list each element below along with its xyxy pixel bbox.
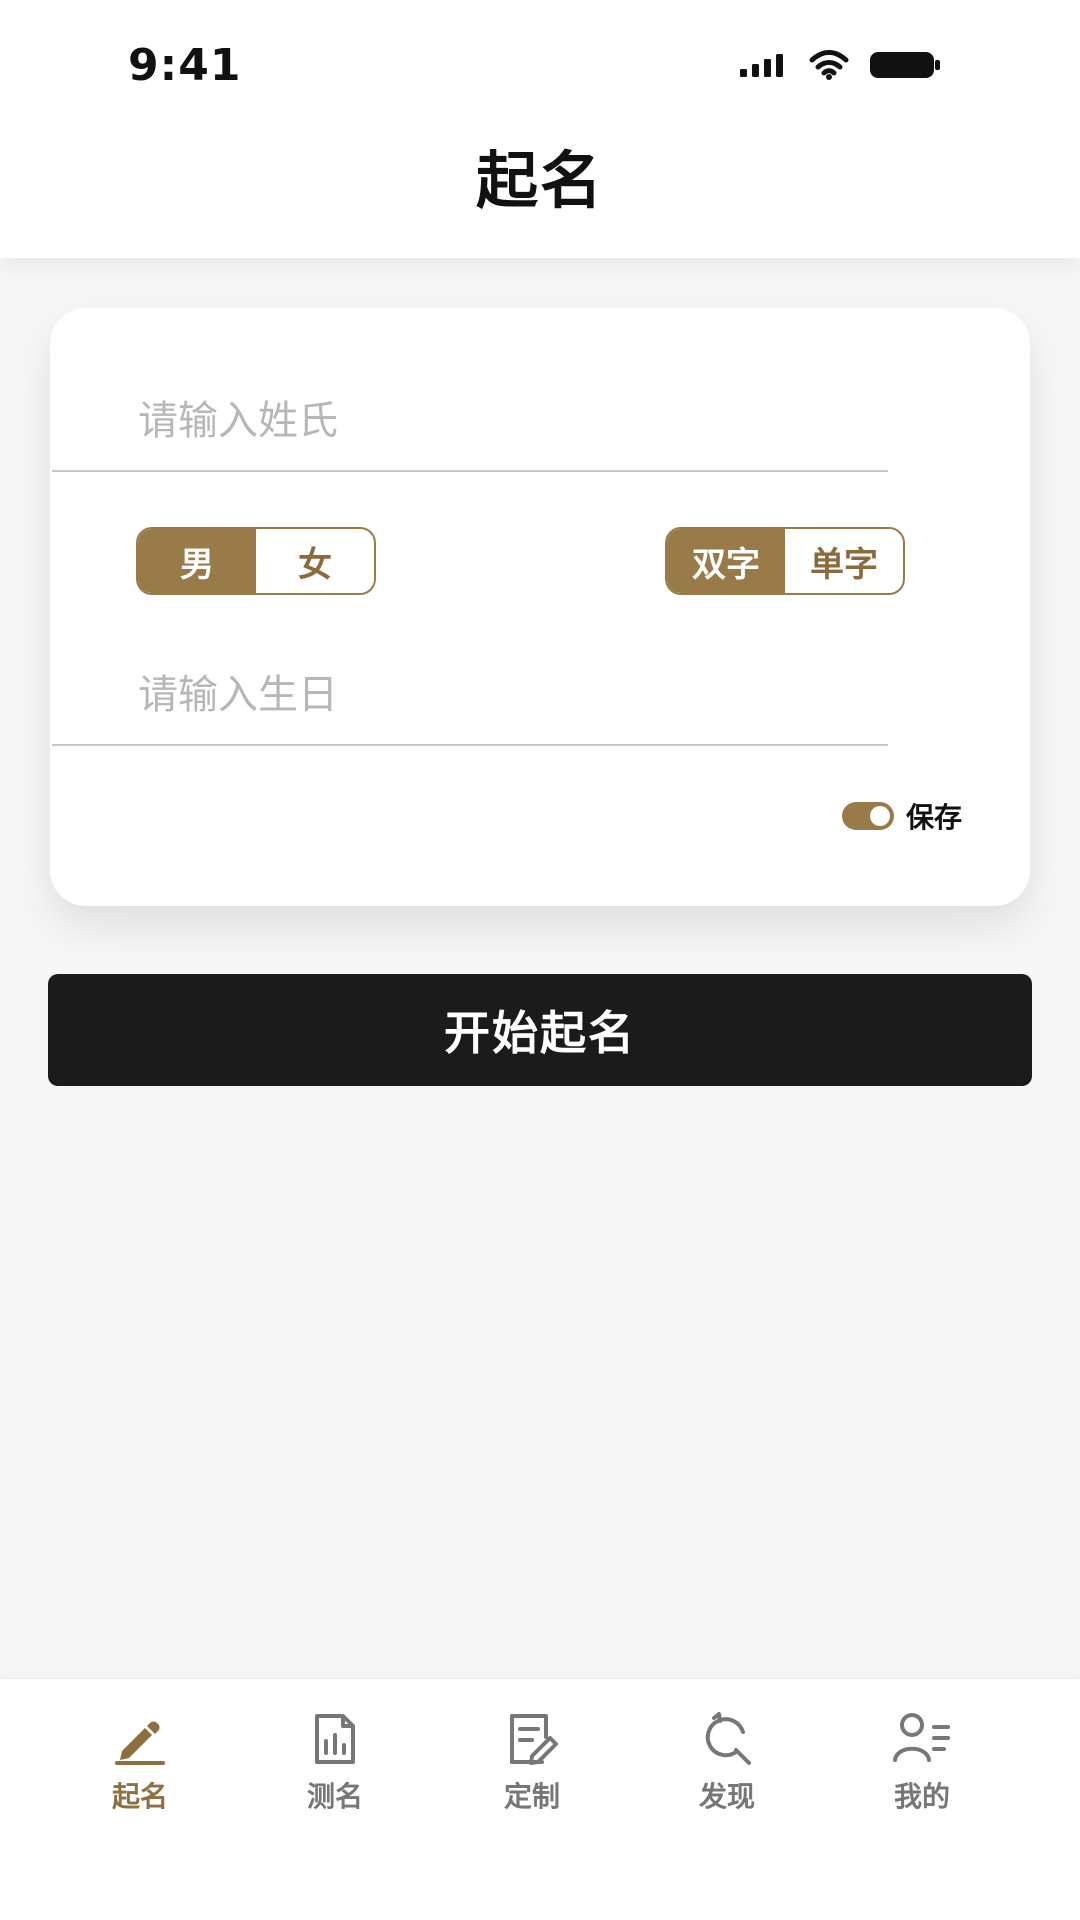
surname-input[interactable] [52,362,888,470]
tab-faxian[interactable]: 发现 [637,1709,817,1829]
bottom-tab-bar: 起名 测名 定制 发现 我的 [0,1678,1080,1920]
save-label: 保存 [906,801,963,834]
name-length-toggle: 双字 单字 [665,527,905,595]
save-switch[interactable] [842,802,894,830]
wifi-icon [808,49,850,85]
cellular-signal-icon [738,51,790,83]
tab-label-ceming: 测名 [306,1780,363,1813]
profile-icon [892,1709,952,1769]
gender-option-female[interactable]: 女 [256,529,374,593]
pen-icon [110,1709,170,1769]
name-length-option-double[interactable]: 双字 [667,529,785,593]
birthday-input[interactable] [52,636,888,744]
gender-option-male[interactable]: 男 [138,529,256,593]
tab-ceming[interactable]: 测名 [245,1709,425,1829]
chart-document-icon [305,1709,365,1769]
tab-label-wode: 我的 [893,1780,950,1813]
status-icons [738,48,942,86]
save-toggle-row: 保存 [842,796,962,836]
status-time: 9:41 [128,40,242,91]
name-length-option-single[interactable]: 单字 [785,529,903,593]
tab-label-dingzhi: 定制 [503,1780,560,1813]
tab-label-qiming: 起名 [111,1780,168,1813]
surname-field [52,362,888,472]
tab-qiming[interactable]: 起名 [50,1709,230,1829]
gender-toggle: 男 女 [136,527,376,595]
page-title: 起名 [475,144,604,217]
top-bar: 9:41 起名 [0,0,1080,258]
battery-icon [868,48,942,86]
edit-document-icon [502,1709,562,1769]
app-screen: 9:41 起名 请输入姓氏 男 女 双字 单字 请输入生日 保存 开始起名 起名… [0,0,1080,1920]
birthday-field [52,636,888,746]
tab-label-faxian: 发现 [698,1780,755,1813]
start-naming-button[interactable]: 开始起名 [48,974,1032,1086]
tab-wode[interactable]: 我的 [832,1709,1012,1829]
discover-icon [697,1709,757,1769]
tab-dingzhi[interactable]: 定制 [442,1709,622,1829]
